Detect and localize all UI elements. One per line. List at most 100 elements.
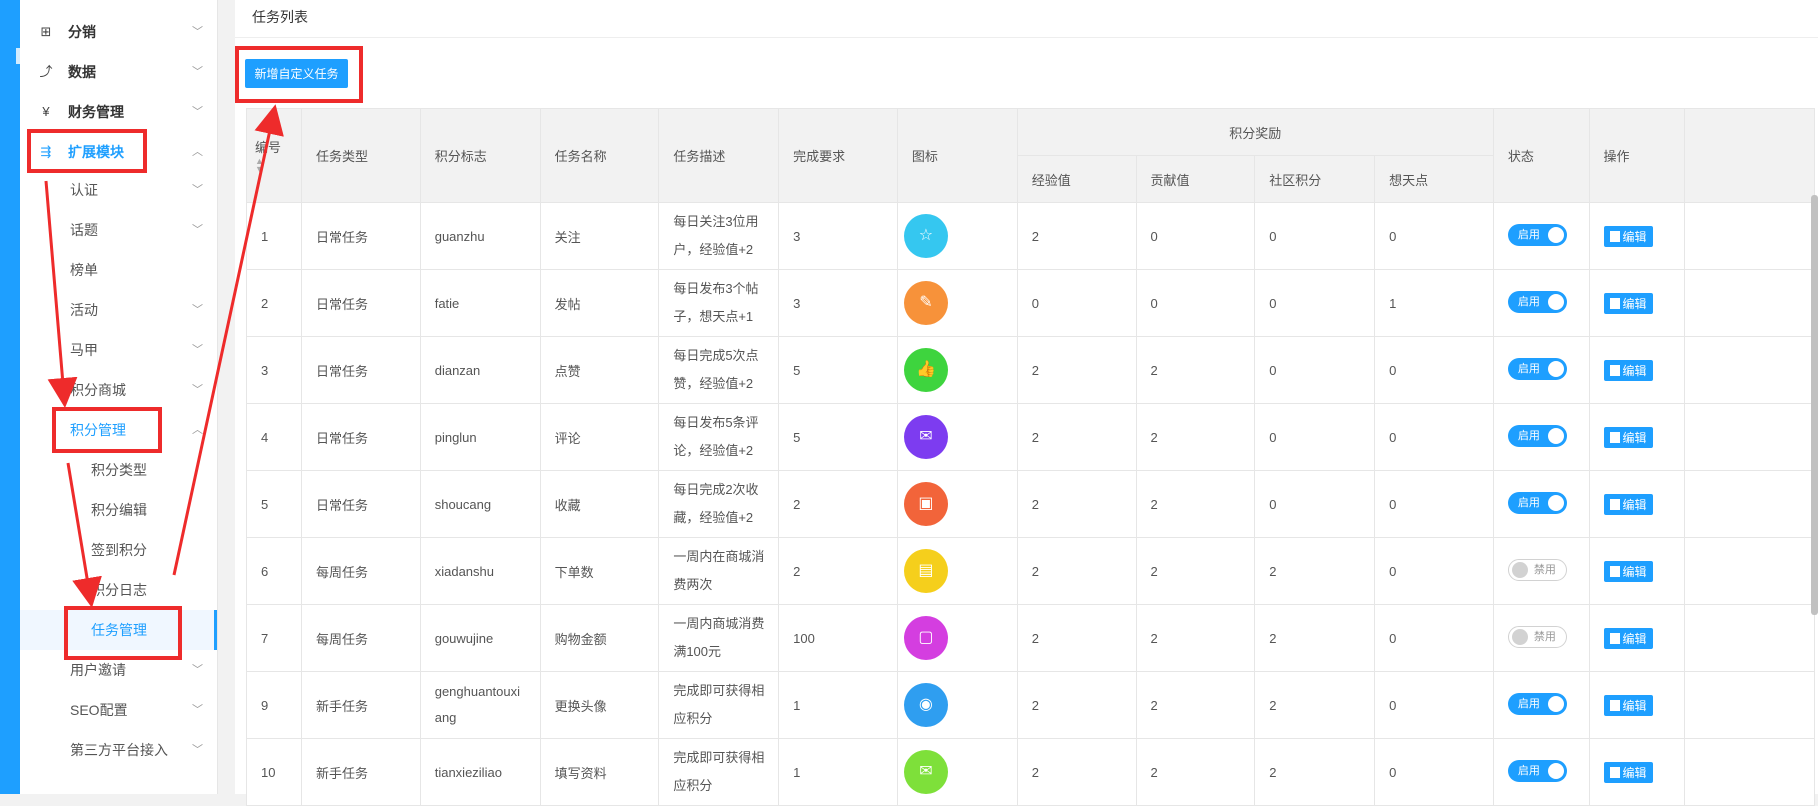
col-reward-group: 积分奖励 xyxy=(1016,108,1494,156)
edit-label: 编辑 xyxy=(1622,363,1647,378)
cell-community: 0 xyxy=(1254,269,1376,337)
edit-button[interactable]: 编辑 xyxy=(1603,560,1653,582)
desc-line: 应积分 xyxy=(673,711,713,726)
cell-contrib: 2 xyxy=(1135,738,1256,806)
status-toggle[interactable]: 启用 xyxy=(1507,491,1567,514)
cell-idea: 0 xyxy=(1374,537,1494,605)
cell-req: 2 xyxy=(778,537,898,605)
edit-icon xyxy=(1609,364,1620,376)
edit-button[interactable]: 编辑 xyxy=(1603,627,1653,649)
flag-line: ang xyxy=(434,710,457,725)
sidebar-item-17[interactable]: SEO配置 ﹀ xyxy=(20,690,217,730)
highlight-add-button xyxy=(235,46,363,103)
edit-button[interactable]: 编辑 xyxy=(1603,292,1653,314)
cell-status: 启用 xyxy=(1492,202,1590,270)
sidebar-item-18[interactable]: 第三方平台接入 ﹀ xyxy=(20,730,217,770)
status-toggle[interactable]: 禁用 xyxy=(1507,625,1567,648)
cell-contrib: 2 xyxy=(1135,604,1256,672)
cell-type: 日常任务 xyxy=(300,470,421,538)
desc-line: 完成即可获得相 xyxy=(673,750,765,765)
chevron-down-icon: ﹀ xyxy=(192,344,203,356)
cell-req: 5 xyxy=(778,403,898,471)
sort-icon[interactable]: ▲ ▼ xyxy=(255,156,301,173)
cell-id: 9 xyxy=(246,671,302,739)
status-label: 启用 xyxy=(1517,228,1540,241)
col-id-label: 编号 xyxy=(255,139,282,155)
cell-exp: 2 xyxy=(1016,671,1137,739)
cell-req: 5 xyxy=(778,336,898,404)
sidebar-item-9[interactable]: 积分商城 ﹀ xyxy=(20,370,217,410)
cell-id: 2 xyxy=(246,269,302,337)
edit-label: 编辑 xyxy=(1622,296,1647,311)
cell-community: 0 xyxy=(1254,403,1376,471)
sidebar-item-14[interactable]: 积分日志 xyxy=(20,570,217,610)
cell-name: 下单数 xyxy=(539,537,660,605)
edit-label: 编辑 xyxy=(1622,564,1647,579)
status-label: 启用 xyxy=(1517,764,1540,777)
cell-desc: 每日发布3个帖 子，想天点+1 xyxy=(658,269,780,337)
edit-button[interactable]: 编辑 xyxy=(1603,761,1653,783)
highlight-extension xyxy=(27,129,147,173)
edit-button[interactable]: 编辑 xyxy=(1603,694,1653,716)
cell-idea: 0 xyxy=(1374,470,1494,538)
sidebar-item-1[interactable]: ⤴ 数据 ﹀ xyxy=(20,52,217,92)
status-toggle[interactable]: 启用 xyxy=(1507,424,1567,447)
cell-desc: 每日关注3位用 户，经验值+2 xyxy=(658,202,780,270)
sidebar-item-11[interactable]: 积分类型 xyxy=(20,450,217,490)
sidebar-item-7[interactable]: 活动 ﹀ xyxy=(20,290,217,330)
sidebar-item-label: SEO配置 xyxy=(70,702,128,718)
chevron-down-icon: ﹀ xyxy=(192,664,203,676)
sidebar-item-0[interactable]: ⊞ 分销 ﹀ xyxy=(20,12,217,52)
toggle-knob xyxy=(1511,628,1528,645)
cell-ops: 编辑 xyxy=(1588,470,1686,538)
cell-contrib: 2 xyxy=(1135,403,1256,471)
status-toggle[interactable]: 启用 xyxy=(1507,223,1567,246)
star-icon: ☆ xyxy=(903,214,948,258)
edit-button[interactable]: 编辑 xyxy=(1603,225,1653,247)
cell-icon: ☆ xyxy=(896,202,1018,270)
toggle-knob xyxy=(1547,762,1564,779)
status-toggle[interactable]: 禁用 xyxy=(1507,558,1567,581)
cell-name: 点赞 xyxy=(539,336,660,404)
cell-req: 1 xyxy=(778,738,898,806)
status-toggle[interactable]: 启用 xyxy=(1507,759,1567,782)
desc-line: 子，想天点+1 xyxy=(673,309,754,324)
scrollbar[interactable] xyxy=(1811,195,1818,615)
cell-desc: 完成即可获得相 应积分 xyxy=(658,671,780,739)
status-toggle[interactable]: 启用 xyxy=(1507,692,1567,715)
col-status: 状态 xyxy=(1492,108,1590,203)
cell-req: 3 xyxy=(778,269,898,337)
cell-ops: 编辑 xyxy=(1588,738,1686,806)
cell-idea: 0 xyxy=(1374,604,1494,672)
sidebar-item-13[interactable]: 签到积分 xyxy=(20,530,217,570)
sidebar-item-8[interactable]: 马甲 ﹀ xyxy=(20,330,217,370)
cell-status: 启用 xyxy=(1492,269,1590,337)
status-toggle[interactable]: 启用 xyxy=(1507,290,1567,313)
edit-button[interactable]: 编辑 xyxy=(1603,426,1653,448)
cell-desc: 每日发布5条评 论，经验值+2 xyxy=(658,403,780,471)
status-toggle[interactable]: 启用 xyxy=(1507,357,1567,380)
sidebar-item-6[interactable]: 榜单 xyxy=(20,250,217,290)
sidebar-item-12[interactable]: 积分编辑 xyxy=(20,490,217,530)
cell-spacer xyxy=(1684,537,1815,605)
cell-type: 日常任务 xyxy=(300,403,421,471)
sidebar-item-2[interactable]: ¥ 财务管理 ﹀ xyxy=(20,92,217,132)
col-idea: 想天点 xyxy=(1374,155,1494,203)
sidebar-item-4[interactable]: 认证 ﹀ xyxy=(20,170,217,210)
cell-ops: 编辑 xyxy=(1588,671,1686,739)
cell-spacer xyxy=(1684,336,1815,404)
cell-name: 填写资料 xyxy=(539,738,660,806)
cell-req: 100 xyxy=(778,604,898,672)
cell-contrib: 2 xyxy=(1135,470,1256,538)
edit-button[interactable]: 编辑 xyxy=(1603,493,1653,515)
col-type: 任务类型 xyxy=(300,108,421,203)
chevron-down-icon: ﹀ xyxy=(192,304,203,316)
edit-label: 编辑 xyxy=(1622,765,1647,780)
cell-ops: 编辑 xyxy=(1588,537,1686,605)
cell-id: 5 xyxy=(246,470,302,538)
cell-community: 0 xyxy=(1254,470,1376,538)
edit-button[interactable]: 编辑 xyxy=(1603,359,1653,381)
sidebar-item-5[interactable]: 话题 ﹀ xyxy=(20,210,217,250)
col-id[interactable]: 编号 ▲ ▼ xyxy=(246,108,302,203)
cell-idea: 0 xyxy=(1374,738,1494,806)
